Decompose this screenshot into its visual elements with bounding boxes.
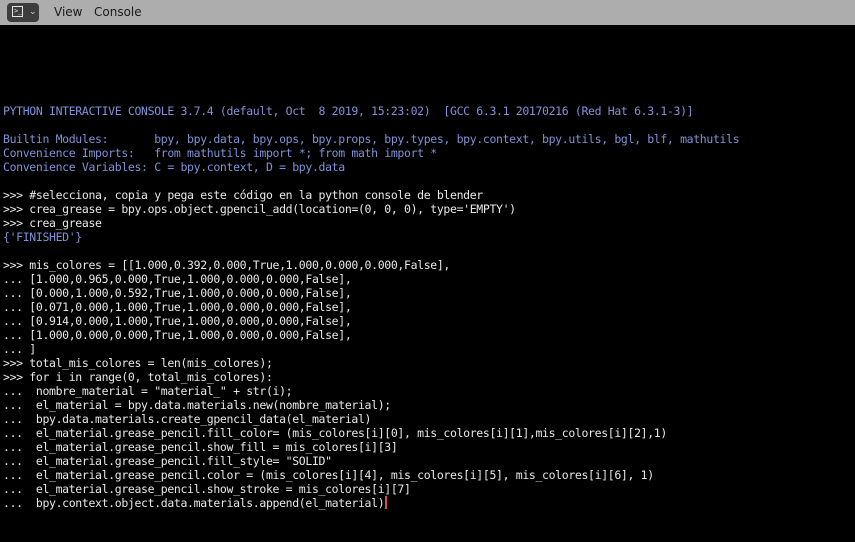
console-input-line: >>> total_mis_colores = len(mis_colores)… [3,356,273,370]
python-console-icon: >_ [12,6,23,17]
console-input-line: ... [0.000,1.000,0.592,True,1.000,0.000,… [3,286,352,300]
console-output-line: {'FINISHED'} [3,230,82,244]
console-input-line: >>> mis_colores = [[1.000,0.392,0.000,Tr… [3,258,451,272]
console-input-line: ... el_material.grease_pencil.show_strok… [3,482,411,496]
console-input-line: ... [1.000,0.965,0.000,True,1.000,0.000,… [3,272,352,286]
console-input-line: >>> #selecciona, copia y pega este códig… [3,188,483,202]
console-scrollback: PYTHON INTERACTIVE CONSOLE 3.7.4 (defaul… [3,76,740,538]
console-output-line: Convenience Imports: from mathutils impo… [3,146,437,160]
console-input-line: ... el_material.grease_pencil.fill_color… [3,426,667,440]
console-input-line: ... [1.000,0.000,0.000,True,1.000,0.000,… [3,328,352,342]
console-output-line: Builtin Modules: bpy, bpy.data, bpy.ops,… [3,132,740,146]
console-input-line: ... el_material.grease_pencil.fill_style… [3,454,332,468]
text-cursor [385,496,388,509]
console-input-line: ... el_material.grease_pencil.show_fill … [3,440,398,454]
console-input-line: ... ] [3,342,36,356]
console-input-line: >>> crea_grease [3,216,102,230]
console-input-line: ... nombre_material = "material_" + str(… [3,384,293,398]
console-input-line: ... [0.914,0.000,1.000,True,1.000,0.000,… [3,314,352,328]
console-output-line: PYTHON INTERACTIVE CONSOLE 3.7.4 (defaul… [3,104,694,118]
console-input-line: ... el_material.grease_pencil.color = (m… [3,468,654,482]
console-output-line: Convenience Variables: C = bpy.context, … [3,160,345,174]
console-input-line: ... el_material = bpy.data.materials.new… [3,398,391,412]
console-area[interactable]: PYTHON INTERACTIVE CONSOLE 3.7.4 (defaul… [0,25,855,542]
console-header: >_ ⌄ View Console [0,0,855,25]
console-input-line: >>> crea_grease = bpy.ops.object.gpencil… [3,202,516,216]
console-input-line: ... [0.071,0.000,1.000,True,1.000,0.000,… [3,300,352,314]
menu-console[interactable]: Console [94,0,142,25]
chevron-down-icon: ⌄ [29,7,37,17]
console-input-line: >>> for i in range(0, total_mis_colores)… [3,370,273,384]
editor-type-button[interactable]: >_ ⌄ [7,3,39,22]
console-current-input[interactable]: ... bpy.context.object.data.materials.ap… [3,496,385,510]
console-current-line[interactable]: ... bpy.context.object.data.materials.ap… [3,496,739,510]
console-input-line: ... bpy.data.materials.create_gpencil_da… [3,412,372,426]
menu-view[interactable]: View [54,0,82,25]
